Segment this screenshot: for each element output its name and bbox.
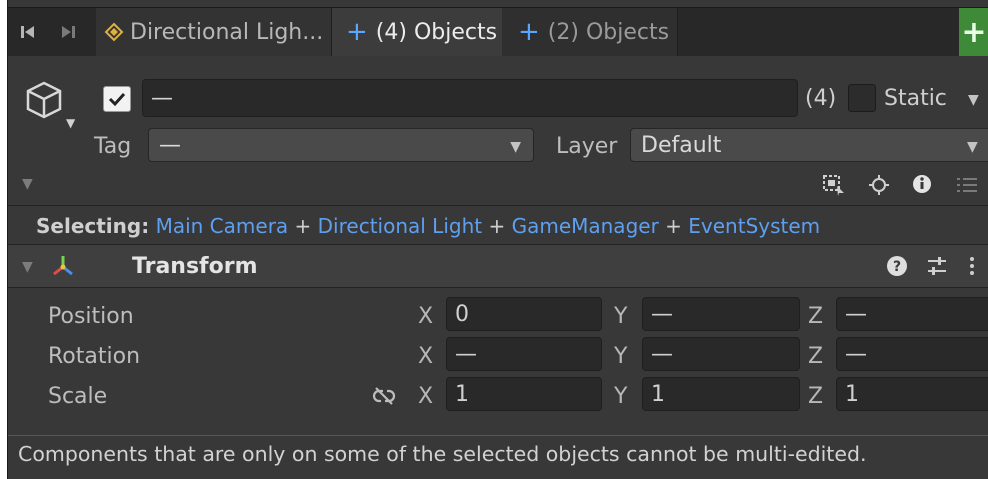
axis-z-label[interactable]: Z: [808, 384, 823, 409]
unlink-icon[interactable]: [370, 386, 398, 410]
divider: [8, 205, 988, 206]
collapse-arrow-icon[interactable]: ▼: [22, 176, 33, 192]
chevron-down-icon: ▼: [510, 139, 521, 155]
multi-edit-message: Components that are only on some of the …: [18, 442, 867, 466]
tag-dropdown[interactable]: — ▼: [148, 128, 534, 162]
step-forward-icon[interactable]: [48, 8, 88, 56]
static-label: Static: [884, 86, 947, 111]
tab-4-objects[interactable]: + (4) Objects: [332, 8, 502, 56]
field-value: 1: [845, 381, 859, 407]
object-name-field[interactable]: —: [142, 79, 798, 117]
axis-x-label[interactable]: X: [418, 384, 433, 409]
field-value: 1: [651, 381, 665, 407]
position-z-field[interactable]: —: [836, 297, 988, 331]
field-value: 1: [455, 381, 469, 407]
selecting-line: Selecting: Main Camera + Directional Lig…: [36, 214, 820, 238]
scale-y-field[interactable]: 1: [642, 377, 800, 411]
tag-value: —: [159, 132, 181, 158]
select-icon[interactable]: [822, 174, 846, 200]
rotation-z-field[interactable]: —: [836, 337, 988, 371]
info-icon[interactable]: [912, 174, 932, 198]
axis-z-label[interactable]: Z: [808, 304, 823, 329]
tab-label: (2) Objects: [547, 19, 670, 45]
more-options-icon[interactable]: [968, 255, 976, 281]
tab-label: (4) Objects: [375, 19, 498, 45]
static-checkbox[interactable]: [848, 84, 876, 112]
selection-link-eventsystem[interactable]: EventSystem: [688, 214, 820, 238]
chevron-down-icon: ▼: [967, 139, 978, 155]
selection-separator: +: [665, 214, 682, 238]
position-label: Position: [48, 304, 134, 329]
list-icon[interactable]: [956, 176, 978, 198]
object-icon[interactable]: ▼: [22, 78, 82, 134]
active-checkbox[interactable]: [103, 86, 131, 112]
tab-label: Directional Ligh...: [130, 19, 324, 45]
selection-separator: +: [294, 214, 312, 238]
layer-value: Default: [641, 132, 722, 158]
selecting-label: Selecting:: [36, 214, 150, 238]
axis-x-label[interactable]: X: [418, 344, 433, 369]
cube-icon: [22, 78, 66, 126]
scale-z-field[interactable]: 1: [836, 377, 988, 411]
chevron-down-icon: ▼: [66, 116, 76, 130]
tab-directional-light[interactable]: Directional Ligh...: [96, 8, 332, 56]
rotation-label: Rotation: [48, 344, 141, 369]
light-icon: [104, 22, 124, 42]
add-tab-button[interactable]: +: [959, 8, 988, 56]
transform-title: Transform: [132, 254, 258, 279]
selection-link-directional-light[interactable]: Directional Light: [318, 214, 482, 238]
object-count: (4): [805, 86, 837, 111]
transform-header[interactable]: ▼ Transform ?: [8, 245, 988, 287]
position-x-field[interactable]: 0: [446, 297, 602, 331]
selection-link-main-camera[interactable]: Main Camera: [156, 214, 289, 238]
plus-icon: +: [518, 17, 540, 47]
tab-2-objects[interactable]: + (2) Objects: [502, 8, 678, 56]
scale-label: Scale: [48, 384, 108, 409]
position-y-field[interactable]: —: [642, 297, 800, 331]
field-value: —: [845, 301, 867, 327]
rotation-y-field[interactable]: —: [642, 337, 800, 371]
field-value: —: [845, 341, 867, 367]
rotation-x-field[interactable]: —: [446, 337, 602, 371]
collapse-arrow-icon[interactable]: ▼: [22, 259, 33, 275]
field-value: —: [651, 341, 673, 367]
selection-link-gamemanager[interactable]: GameManager: [512, 214, 659, 238]
layer-dropdown[interactable]: Default ▼: [630, 128, 988, 162]
field-value: —: [651, 301, 673, 327]
step-back-icon[interactable]: [8, 8, 48, 56]
help-icon[interactable]: ?: [886, 255, 908, 281]
transform-icon: [50, 254, 76, 282]
divider: [8, 435, 988, 436]
axis-y-label[interactable]: Y: [614, 384, 627, 409]
layer-label: Layer: [556, 134, 618, 159]
svg-text:?: ?: [893, 259, 901, 275]
scale-x-field[interactable]: 1: [446, 377, 602, 411]
plus-icon: +: [346, 17, 368, 47]
field-value: 0: [455, 301, 469, 327]
axis-z-label[interactable]: Z: [808, 344, 823, 369]
axis-x-label[interactable]: X: [418, 304, 433, 329]
axis-y-label[interactable]: Y: [614, 344, 627, 369]
axis-y-label[interactable]: Y: [614, 304, 627, 329]
tag-label: Tag: [94, 134, 132, 159]
preset-icon[interactable]: [926, 255, 948, 281]
object-name-value: —: [151, 85, 173, 111]
static-dropdown-arrow[interactable]: ▼: [968, 92, 979, 108]
pivot-icon[interactable]: [868, 174, 890, 200]
divider: [8, 287, 988, 288]
selection-separator: +: [488, 214, 506, 238]
field-value: —: [455, 341, 477, 367]
inspector-window: Directional Ligh... + (4) Objects + (2) …: [7, 0, 988, 479]
tab-strip: Directional Ligh... + (4) Objects + (2) …: [8, 7, 988, 56]
